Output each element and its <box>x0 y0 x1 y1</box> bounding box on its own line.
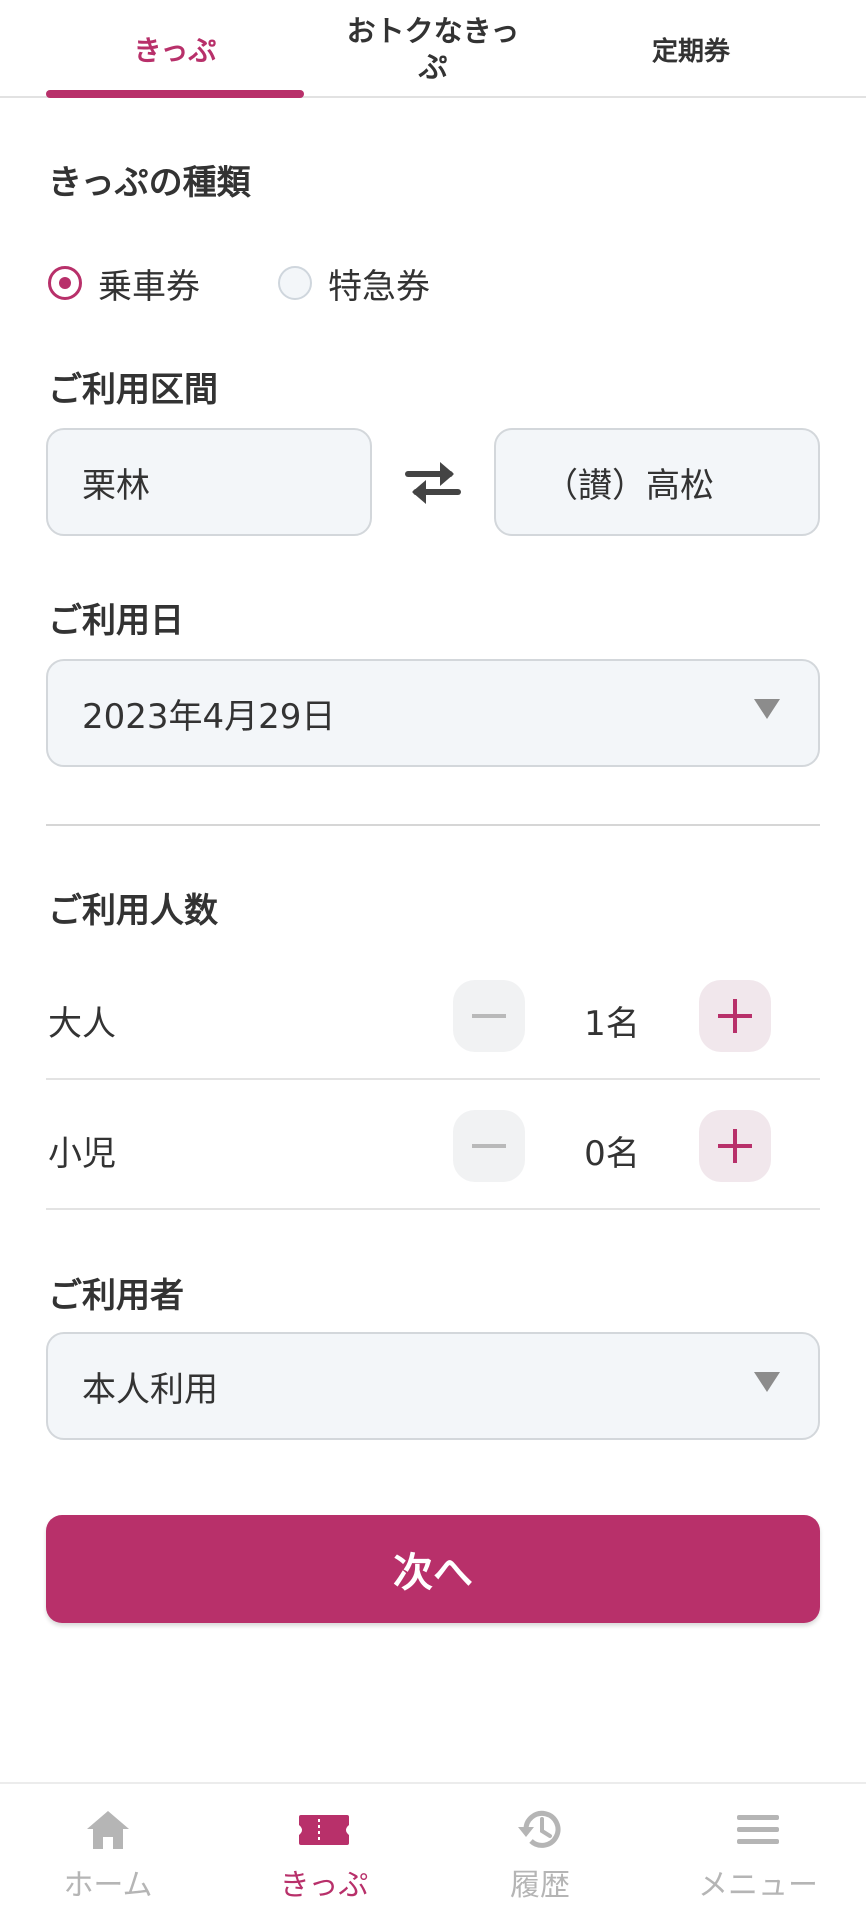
adult-plus-button[interactable] <box>699 980 771 1052</box>
nav-history-label: 履歴 <box>510 1868 570 1903</box>
minus-icon <box>472 1014 506 1018</box>
departure-station-field[interactable]: 栗林 <box>46 428 372 536</box>
tab-otoku-kippu[interactable]: おトクなきっぷ <box>310 0 556 98</box>
plus-icon <box>718 1129 752 1163</box>
child-plus-button[interactable] <box>699 1110 771 1182</box>
nav-home-label: ホーム <box>63 1868 153 1903</box>
dropdown-caret-icon <box>754 1372 780 1392</box>
date-value: 2023年4月29日 <box>82 696 336 737</box>
tab-otoku-label: おトクなきっぷ <box>346 14 520 84</box>
history-icon <box>518 1810 561 1848</box>
minus-icon <box>472 1144 506 1148</box>
ticket-icon <box>299 1815 349 1845</box>
child-minus-button[interactable] <box>453 1110 525 1182</box>
active-tab-indicator <box>46 90 304 98</box>
section-divider <box>46 824 820 826</box>
nav-history[interactable]: 履歴 <box>432 1784 648 1914</box>
tab-teikiken[interactable]: 定期券 <box>562 0 820 98</box>
radio-tokkyuken[interactable]: 特急券 <box>278 258 430 308</box>
ticket-type-title: きっぷの種類 <box>48 163 251 203</box>
adult-label: 大人 <box>48 1004 116 1044</box>
radio-josyaken[interactable]: 乗車券 <box>48 258 200 308</box>
radio-selected-icon <box>48 266 82 300</box>
row-divider <box>46 1208 820 1210</box>
child-label: 小児 <box>48 1134 116 1174</box>
user-title: ご利用者 <box>48 1276 184 1316</box>
nav-menu-label: メニュー <box>698 1868 818 1903</box>
user-select[interactable]: 本人利用 <box>46 1332 820 1440</box>
user-value: 本人利用 <box>82 1369 218 1410</box>
departure-station-value: 栗林 <box>82 465 150 506</box>
date-title: ご利用日 <box>48 601 184 641</box>
home-icon <box>87 1811 129 1849</box>
route-title: ご利用区間 <box>48 370 218 410</box>
plus-icon <box>718 999 752 1033</box>
dropdown-caret-icon <box>754 699 780 719</box>
nav-kippu-label: きっぷ <box>279 1868 369 1903</box>
nav-kippu[interactable]: きっぷ <box>216 1784 432 1914</box>
radio-label: 乗車券 <box>98 266 200 307</box>
tab-kippu[interactable]: きっぷ <box>46 0 304 98</box>
adult-minus-button[interactable] <box>453 980 525 1052</box>
passengers-title: ご利用人数 <box>48 891 218 931</box>
bottom-nav: ホーム きっぷ 履歴 メニュー <box>0 1782 866 1920</box>
radio-label: 特急券 <box>328 266 430 307</box>
next-button[interactable]: 次へ <box>46 1515 820 1623</box>
top-tab-bar: きっぷ おトクなきっぷ 定期券 <box>0 0 866 98</box>
radio-unselected-icon <box>278 266 312 300</box>
nav-home[interactable]: ホーム <box>0 1784 216 1914</box>
swap-stations-icon[interactable] <box>400 452 466 512</box>
arrival-station-field[interactable]: （讃）高松 <box>494 428 820 536</box>
arrival-station-value: （讃）高松 <box>544 465 714 506</box>
row-divider <box>46 1078 820 1080</box>
menu-icon <box>737 1815 779 1844</box>
date-select[interactable]: 2023年4月29日 <box>46 659 820 767</box>
child-count: 0名 <box>584 1134 640 1174</box>
adult-count: 1名 <box>584 1004 640 1044</box>
nav-menu[interactable]: メニュー <box>650 1784 866 1914</box>
